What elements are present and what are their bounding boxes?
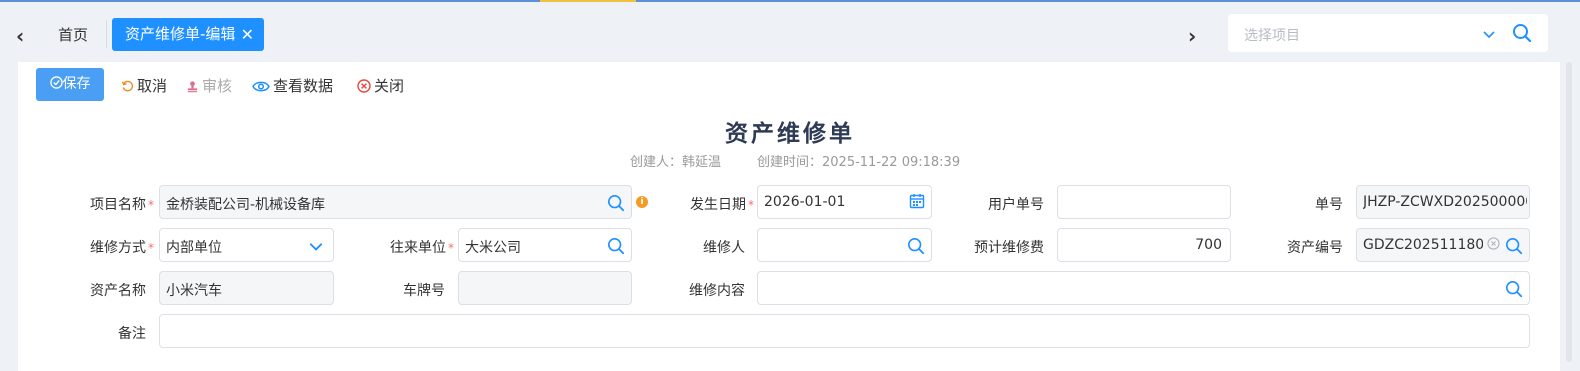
occur-date-field[interactable]: 2026-01-01 [757, 185, 932, 219]
view-data-label: 查看数据 [273, 77, 334, 95]
search-icon[interactable] [1505, 237, 1523, 255]
clear-icon[interactable] [1487, 237, 1500, 250]
remark-label: 备注 [118, 326, 146, 342]
project-name-value: 金桥装配公司-机械设备库 [166, 197, 326, 213]
tab-bar: ‹ 首页 资产维修单-编辑 ✕ › 选择项目 [0, 2, 1580, 60]
stamp-icon [187, 81, 198, 93]
repair-method-value: 内部单位 [166, 240, 222, 256]
plate-no-field[interactable] [458, 271, 632, 305]
required-star: * [748, 198, 754, 212]
repairer-field[interactable] [757, 228, 932, 262]
calendar-icon[interactable] [909, 193, 925, 209]
asset-name-value: 小米汽车 [166, 283, 222, 299]
creator-info: 创建人：韩延温 [630, 151, 721, 170]
user-doc-no-label: 用户单号 [988, 197, 1044, 213]
search-icon[interactable] [907, 237, 925, 255]
save-button[interactable]: 保存 [36, 68, 104, 101]
asset-name-label: 资产名称 [90, 283, 146, 299]
required-star: * [148, 241, 154, 255]
doc-no-field[interactable]: JHZP-ZCWXD2025000000 [1356, 185, 1530, 219]
tab-scroll-left-icon[interactable]: ‹ [16, 24, 24, 48]
counterparty-value: 大米公司 [465, 240, 521, 256]
required-star: * [148, 198, 154, 212]
estimated-cost-label: 预计维修费 [974, 240, 1044, 256]
repair-method-select[interactable]: 内部单位 [159, 228, 334, 262]
repair-content-label: 维修内容 [689, 283, 745, 299]
chevron-down-icon[interactable] [308, 238, 324, 254]
occur-date-label-text: 发生日期 [690, 197, 746, 213]
project-select[interactable]: 选择项目 [1228, 14, 1548, 52]
tab-divider [106, 20, 107, 48]
asset-no-field[interactable]: GDZC20251118000 [1356, 228, 1530, 262]
info-icon[interactable]: i [636, 196, 648, 208]
project-name-field[interactable]: 金桥装配公司-机械设备库 [159, 185, 632, 219]
asset-no-value: GDZC20251118000 [1363, 237, 1483, 253]
view-data-button[interactable]: 查看数据 [252, 75, 333, 96]
created-time-value: 2025-11-22 09:18:39 [822, 155, 961, 170]
creator-name: 韩延温 [682, 155, 722, 170]
asset-name-field[interactable]: 小米汽车 [159, 271, 334, 305]
cancel-label: 取消 [137, 77, 168, 95]
tab-home[interactable]: 首页 [58, 24, 88, 45]
undo-icon [121, 80, 134, 92]
tab-close-icon[interactable]: ✕ [241, 18, 254, 51]
remark-field[interactable] [159, 314, 1530, 348]
tab-scroll-right-icon[interactable]: › [1188, 24, 1196, 48]
counterparty-label: 往来单位 * [390, 237, 454, 257]
estimated-cost-value: 700 [1195, 237, 1222, 253]
plate-no-label: 车牌号 [403, 283, 445, 299]
page-title: 资产维修单 [725, 121, 855, 147]
counterparty-label-text: 往来单位 [390, 240, 446, 256]
doc-no-label: 单号 [1315, 197, 1343, 213]
created-time-info: 创建时间：2025-11-22 09:18:39 [757, 151, 960, 170]
close-circle-icon [357, 79, 371, 93]
created-time-label: 创建时间： [757, 155, 823, 170]
search-icon[interactable] [607, 237, 625, 255]
close-button[interactable]: 关闭 [357, 75, 404, 96]
occur-date-label: 发生日期 * [690, 194, 754, 214]
scrollbar[interactable] [1566, 62, 1572, 362]
tab-label: 资产维修单-编辑 [125, 25, 236, 43]
repair-method-label: 维修方式 * [90, 237, 154, 257]
occur-date-value: 2026-01-01 [764, 194, 846, 210]
doc-no-value: JHZP-ZCWXD2025000000 [1363, 194, 1527, 210]
search-icon[interactable] [607, 194, 625, 212]
estimated-cost-field[interactable]: 700 [1057, 228, 1231, 262]
eye-icon [252, 81, 270, 92]
project-name-label-text: 项目名称 [90, 197, 146, 213]
asset-no-label: 资产编号 [1287, 240, 1343, 256]
user-doc-no-field[interactable] [1057, 185, 1231, 219]
creator-label: 创建人： [630, 155, 683, 170]
audit-label: 审核 [202, 77, 233, 95]
chevron-down-icon[interactable] [1482, 27, 1496, 41]
repair-content-field[interactable] [757, 271, 1530, 305]
repairer-label: 维修人 [703, 240, 745, 256]
close-label: 关闭 [374, 77, 405, 95]
audit-button[interactable]: 审核 [186, 75, 232, 96]
cancel-button[interactable]: 取消 [121, 75, 167, 96]
search-icon[interactable] [1505, 280, 1523, 298]
search-icon[interactable] [1512, 23, 1532, 43]
tab-asset-repair-edit[interactable]: 资产维修单-编辑 ✕ [112, 18, 264, 51]
repair-method-label-text: 维修方式 [90, 240, 146, 256]
save-label: 保存 [62, 76, 91, 92]
check-circle-icon [49, 76, 63, 89]
project-name-label: 项目名称 * [90, 194, 154, 214]
required-star: * [448, 241, 454, 255]
project-select-placeholder: 选择项目 [1244, 28, 1300, 44]
counterparty-field[interactable]: 大米公司 [458, 228, 632, 262]
